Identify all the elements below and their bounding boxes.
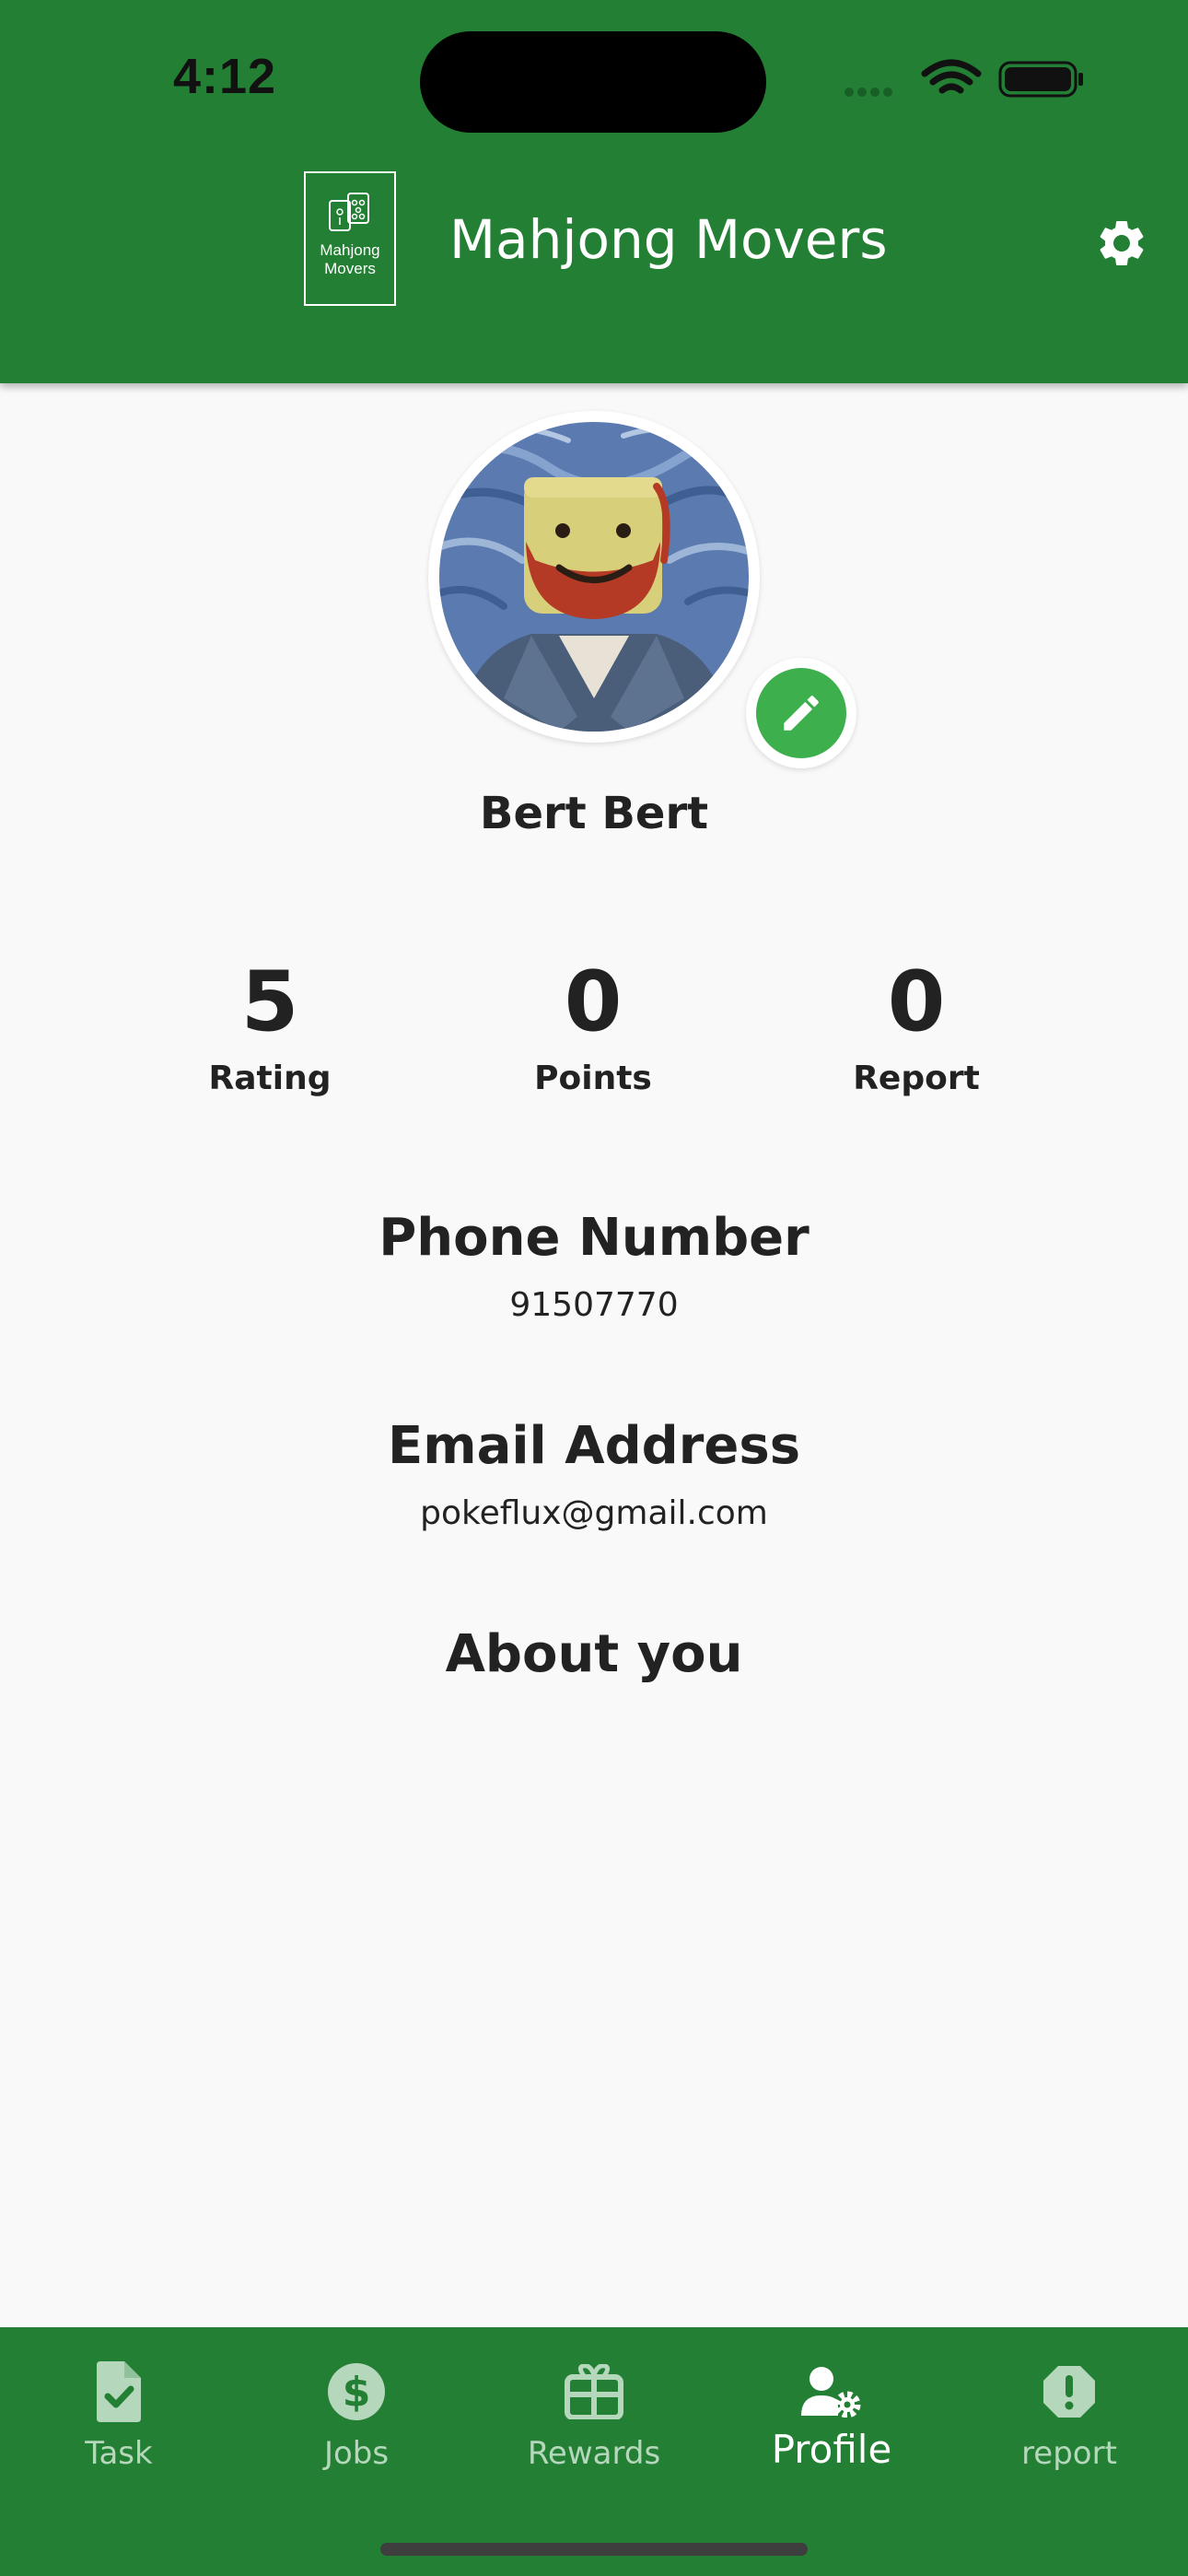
settings-button[interactable] [1087, 208, 1157, 278]
stat-value: 0 [887, 954, 946, 1050]
stat-report: 0 Report [778, 949, 1054, 1102]
stat-rating: 5 Rating [132, 949, 408, 1102]
nav-item-report[interactable]: report [950, 2327, 1188, 2548]
stat-label: Points [534, 1060, 652, 1097]
nav-item-rewards[interactable]: Rewards [475, 2327, 713, 2548]
phone-number-title: Phone Number [379, 1208, 809, 1268]
wifi-icon [921, 59, 982, 94]
svg-text:$: $ [343, 2369, 371, 2416]
status-time: 4:12 [173, 49, 277, 104]
app-title: Mahjong Movers [449, 208, 888, 271]
nav-label: Rewards [527, 2435, 661, 2472]
nav-label: Jobs [323, 2435, 390, 2472]
pencil-icon [784, 696, 819, 731]
bottom-navigation: Task $ Jobs Rewards Profile report [0, 2327, 1188, 2576]
nav-label: Task [85, 2435, 153, 2472]
stat-label: Report [853, 1060, 980, 1097]
avatar[interactable] [439, 422, 749, 732]
app-header: 4:12 Mahjong Movers Mahjong Movers [0, 0, 1188, 383]
dollar-icon: $ [328, 2363, 385, 2420]
task-check-icon [97, 2361, 141, 2422]
stat-value: 0 [564, 954, 623, 1050]
cellular-signal-icon [844, 88, 892, 97]
avatar-frame [428, 411, 760, 743]
alert-icon [1043, 2366, 1095, 2418]
nav-label: Profile [771, 2427, 892, 2472]
phone-number-value: 91507770 [509, 1286, 679, 1324]
stat-points: 0 Points [455, 949, 731, 1102]
edit-profile-button[interactable] [756, 668, 846, 758]
battery-icon [998, 61, 1083, 98]
stat-value: 5 [240, 954, 299, 1050]
app-logo: Mahjong Movers [304, 171, 396, 306]
mahjong-tiles-logo-icon [329, 193, 369, 231]
user-gear-icon [801, 2367, 861, 2418]
edit-avatar-frame [746, 658, 856, 768]
logo-text: Mahjong Movers [320, 241, 380, 277]
about-you-title: About you [445, 1624, 743, 1684]
dynamic-island [420, 31, 766, 133]
email-address-value: pokeflux@gmail.com [420, 1494, 768, 1532]
nav-item-jobs[interactable]: $ Jobs [238, 2327, 475, 2548]
nav-label: report [1021, 2435, 1117, 2472]
home-indicator [380, 2543, 808, 2556]
stat-label: Rating [208, 1060, 332, 1097]
user-name: Bert Bert [479, 788, 709, 839]
status-icons [844, 59, 1083, 98]
gift-icon [565, 2364, 623, 2419]
nav-item-task[interactable]: Task [0, 2327, 238, 2548]
email-address-title: Email Address [387, 1416, 801, 1476]
gear-icon [1100, 221, 1144, 265]
nav-item-profile[interactable]: Profile [713, 2327, 950, 2548]
profile-photo [439, 422, 749, 732]
